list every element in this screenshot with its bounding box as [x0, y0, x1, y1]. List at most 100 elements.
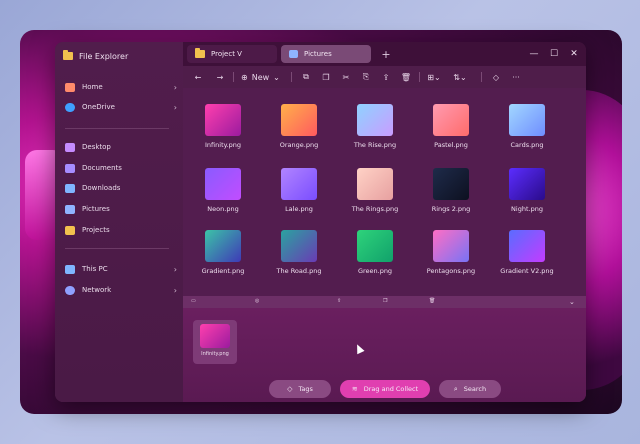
file-item[interactable]: Orange.png [269, 104, 329, 160]
sidebar-item-onedrive[interactable]: OneDrive › [65, 100, 177, 114]
search-button[interactable]: ⌕ Search [439, 380, 501, 398]
chevron-right-icon[interactable]: › [174, 103, 177, 112]
file-name: Rings 2.png [431, 205, 471, 213]
file-thumbnail [433, 104, 469, 136]
file-thumbnail [205, 230, 241, 262]
close-button[interactable]: ✕ [565, 46, 583, 62]
action-bar: ▭ ◎ ⇪ ❐ 🗑 ⌄ [183, 296, 586, 308]
file-item[interactable]: The Rings.png [345, 168, 405, 224]
delete-icon[interactable]: 🗑 [429, 298, 435, 304]
file-item[interactable]: Night.png [497, 168, 557, 224]
chevron-right-icon[interactable]: › [174, 286, 177, 295]
file-grid: Infinity.png Orange.png The Rise.png Pastel… [183, 88, 586, 296]
file-name: Infinity.png [201, 351, 229, 357]
file-item[interactable]: The Rise.png [345, 104, 405, 160]
tab-project-v[interactable]: Project V [187, 45, 277, 63]
new-button[interactable]: ⊕ New ⌄ [241, 69, 280, 85]
toolbar-separator [419, 72, 420, 82]
tray-file-item[interactable]: Infinity.png [193, 320, 237, 364]
file-thumbnail [357, 104, 393, 136]
sidebar-item-home[interactable]: Home › [65, 80, 177, 94]
file-name: Pastel.png [434, 141, 468, 149]
tag-icon[interactable]: ◇ [489, 69, 503, 85]
file-name: Pentagons.png [426, 267, 476, 275]
chevron-right-icon[interactable]: › [174, 265, 177, 274]
file-name: Night.png [511, 205, 543, 213]
share-icon[interactable]: ⇪ [379, 69, 393, 85]
sidebar-divider [65, 248, 169, 249]
mouse-cursor [353, 342, 365, 355]
sidebar-item-documents[interactable]: Documents [65, 161, 177, 175]
file-thumbnail [357, 230, 393, 262]
search-icon: ⌕ [453, 384, 458, 393]
home-icon [65, 82, 75, 92]
more-options-icon[interactable]: ··· [509, 69, 523, 85]
desktop-icon [65, 142, 75, 152]
sidebar-item-network[interactable]: Network › [65, 283, 177, 297]
maximize-button[interactable]: ☐ [545, 46, 563, 62]
share-icon[interactable]: ⇪ [337, 298, 341, 304]
plus-icon: ⊕ [241, 72, 248, 82]
file-item[interactable]: Gradient V2.png [497, 230, 557, 286]
copy-icon[interactable]: ❐ [383, 298, 387, 304]
file-item[interactable]: Gradient.png [193, 230, 253, 286]
cut-icon[interactable]: ✂ [339, 69, 353, 85]
cloud-icon [65, 102, 75, 112]
collection-icon[interactable]: ◎ [255, 298, 259, 304]
pictures-icon [65, 204, 75, 214]
file-name: Cards.png [510, 141, 544, 149]
folder-icon [63, 50, 73, 60]
tags-button-label: Tags [298, 385, 313, 393]
file-thumbnail [200, 324, 230, 348]
paste-icon[interactable]: ⎘ [359, 69, 373, 85]
sidebar-item-label: Projects [82, 226, 110, 234]
new-button-label: New [251, 72, 270, 82]
copy-path-icon[interactable]: ⧉ [299, 69, 313, 85]
sort-icon[interactable]: ⇅⌄ [453, 69, 467, 85]
file-item[interactable]: Infinity.png [193, 104, 253, 160]
tab-bar: Project V Pictures + — ☐ ✕ [183, 42, 586, 66]
folder-icon [195, 48, 205, 58]
sidebar-item-downloads[interactable]: Downloads [65, 181, 177, 195]
sidebar-item-projects[interactable]: Projects [65, 223, 177, 237]
collect-tray: Infinity.png ◇ Tags ≋ Drag and Collect ⌕… [183, 308, 586, 402]
drag-button-label: Drag and Collect [363, 385, 419, 393]
file-item[interactable]: Green.png [345, 230, 405, 286]
sidebar-item-this-pc[interactable]: This PC › [65, 262, 177, 276]
collapse-icon[interactable]: ⌄ [569, 298, 575, 306]
file-name: Neon.png [207, 205, 239, 213]
tab-label: Pictures [304, 50, 332, 58]
file-name: The Rise.png [353, 141, 397, 149]
toolbar-separator [291, 72, 292, 82]
file-item[interactable]: Neon.png [193, 168, 253, 224]
file-item[interactable]: Cards.png [497, 104, 557, 160]
sidebar-item-desktop[interactable]: Desktop [65, 140, 177, 154]
chevron-right-icon[interactable]: › [174, 83, 177, 92]
file-thumbnail [281, 230, 317, 262]
file-item[interactable]: Pastel.png [421, 104, 481, 160]
file-item[interactable]: The Road.png [269, 230, 329, 286]
forward-button[interactable]: → [213, 69, 227, 85]
toolbar-separator [233, 72, 234, 82]
tab-pictures[interactable]: Pictures [281, 45, 371, 63]
folder-icon [65, 225, 75, 235]
file-name: Gradient.png [201, 267, 245, 275]
tags-button[interactable]: ◇ Tags [269, 380, 331, 398]
drag-and-collect-button[interactable]: ≋ Drag and Collect [340, 380, 430, 398]
new-folder-icon[interactable]: ▭ [191, 298, 196, 304]
sidebar-item-pictures[interactable]: Pictures [65, 202, 177, 216]
toolbar-separator [481, 72, 482, 82]
file-item[interactable]: Lale.png [269, 168, 329, 224]
new-tab-button[interactable]: + [378, 46, 394, 62]
delete-icon[interactable]: 🗑 [399, 69, 413, 85]
minimize-button[interactable]: — [525, 46, 543, 62]
copy-icon[interactable]: ❐ [319, 69, 333, 85]
view-layout-icon[interactable]: ⊞⌄ [427, 69, 441, 85]
file-item[interactable]: Rings 2.png [421, 168, 481, 224]
file-item[interactable]: Pentagons.png [421, 230, 481, 286]
back-button[interactable]: ← [191, 69, 205, 85]
sidebar-item-label: Documents [82, 164, 122, 172]
file-thumbnail [281, 104, 317, 136]
sidebar-item-label: This PC [82, 265, 108, 273]
file-thumbnail [509, 230, 545, 262]
